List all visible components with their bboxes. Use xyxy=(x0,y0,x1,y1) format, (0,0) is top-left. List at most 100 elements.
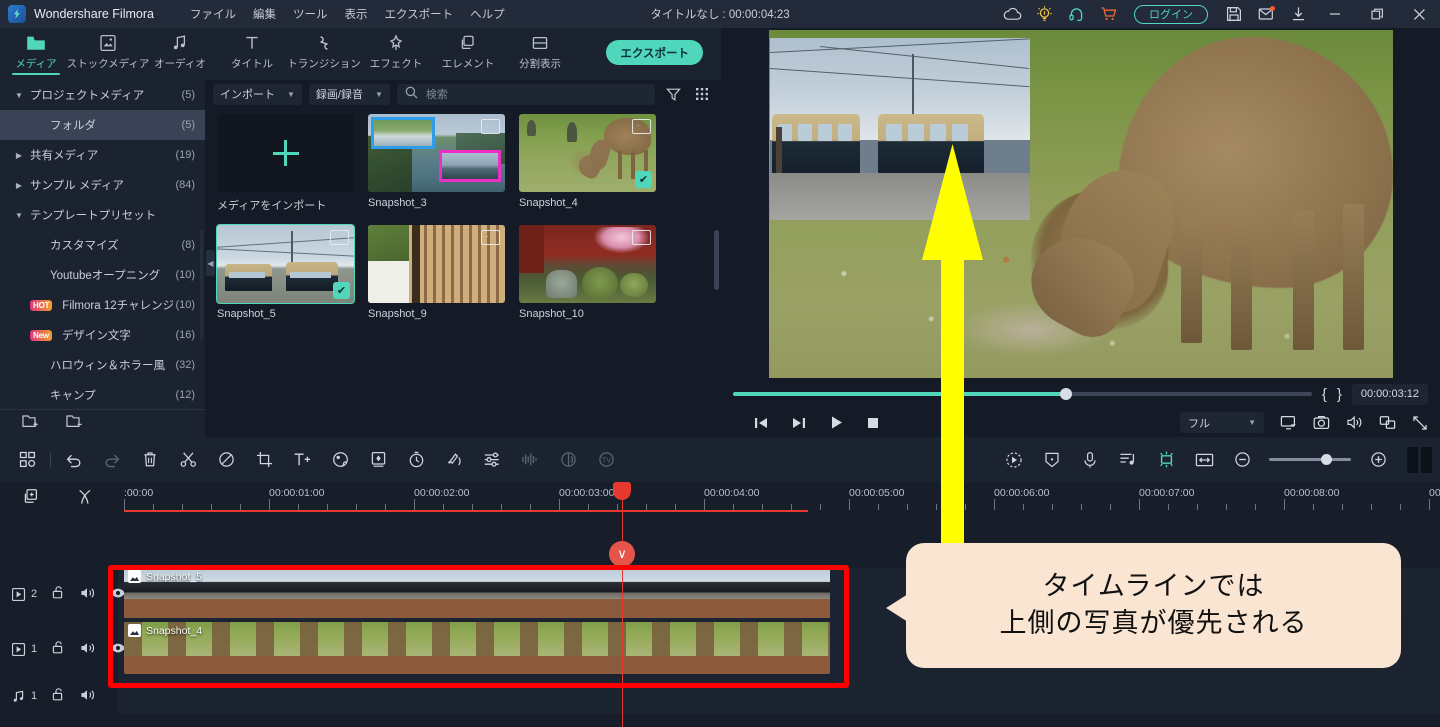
media-item-snapshot-9[interactable]: Snapshot_9 xyxy=(368,225,505,320)
media-thumbnail[interactable] xyxy=(519,225,656,303)
next-frame-icon[interactable] xyxy=(791,415,807,430)
adjust-icon[interactable] xyxy=(473,437,511,482)
chevron-down-icon[interactable]: ▼ xyxy=(14,211,24,220)
snapshot-icon[interactable] xyxy=(1313,415,1330,430)
track-v2-mute-icon[interactable] xyxy=(80,586,96,603)
menu-help[interactable]: ヘルプ xyxy=(470,6,505,22)
track-v1-lock-icon[interactable] xyxy=(51,640,66,658)
zoom-out-icon[interactable] xyxy=(1223,437,1261,482)
sidebar-item-halloween-horror[interactable]: ハロウィン＆ホラー風 (32) xyxy=(0,350,205,380)
mask-icon[interactable] xyxy=(435,437,473,482)
timeline-ruler-scale[interactable]: :00:00 00:00:01:00 00:00:02:00 00:00:03:00 0… xyxy=(118,482,1440,516)
auto-highlight-icon[interactable] xyxy=(1147,437,1185,482)
render-preview-indicator[interactable] xyxy=(1407,446,1432,473)
auto-reframe-icon[interactable]: TV xyxy=(587,437,625,482)
tab-stock-media[interactable]: ストックメディア xyxy=(67,28,149,80)
audio-mix-icon[interactable] xyxy=(549,437,587,482)
audio-waveform-icon[interactable] xyxy=(511,437,549,482)
unlink-icon[interactable] xyxy=(76,488,94,511)
tab-split-screen[interactable]: 分割表示 xyxy=(504,28,576,80)
media-item-snapshot-3[interactable]: Snapshot_3 xyxy=(368,114,505,213)
beat-detect-icon[interactable] xyxy=(1109,437,1147,482)
display-mode-icon[interactable] xyxy=(1280,415,1297,431)
redo-icon[interactable] xyxy=(93,437,131,482)
sidebar-item-shared-media[interactable]: ▶ 共有メディア (19) xyxy=(0,140,205,170)
sidebar-item-youtube-opening[interactable]: Youtubeオープニング (10) xyxy=(0,260,205,290)
media-item-snapshot-10[interactable]: Snapshot_10 xyxy=(519,225,656,320)
grid-icon[interactable] xyxy=(8,437,46,482)
cart-icon[interactable] xyxy=(1092,0,1124,28)
fullscreen-icon[interactable] xyxy=(1412,415,1428,431)
timeline-ruler[interactable]: :00:00 00:00:01:00 00:00:02:00 00:00:03:00 0… xyxy=(0,482,1440,516)
timeline-clip-snapshot-4[interactable]: Snapshot_4 xyxy=(124,622,830,674)
stop-icon[interactable] xyxy=(866,415,880,430)
tab-title[interactable]: タイトル xyxy=(216,28,288,80)
menu-tools[interactable]: ツール xyxy=(293,6,328,22)
sidebar-item-folder[interactable]: フォルダ (5) xyxy=(0,110,205,140)
search-input[interactable]: 検索 xyxy=(396,83,655,105)
cloud-icon[interactable] xyxy=(996,0,1028,28)
tab-elements[interactable]: エレメント xyxy=(432,28,504,80)
sidebar-item-design-text[interactable]: New デザイン文字 (16) xyxy=(0,320,205,350)
split-scissors-icon[interactable] xyxy=(169,437,207,482)
sidebar-item-template-preset[interactable]: ▼ テンプレートプリセット xyxy=(0,200,205,230)
prev-frame-icon[interactable] xyxy=(753,415,769,430)
save-icon[interactable] xyxy=(1218,0,1250,28)
window-restore-button[interactable] xyxy=(1356,0,1398,28)
menu-file[interactable]: ファイル xyxy=(190,6,236,22)
chevron-right-icon[interactable]: ▶ xyxy=(14,181,24,190)
media-thumbnail[interactable]: ✔ xyxy=(216,224,355,304)
color-icon[interactable] xyxy=(321,437,359,482)
play-icon[interactable] xyxy=(829,415,844,430)
preview-progress-slider[interactable] xyxy=(733,388,1312,400)
remove-folder-icon[interactable] xyxy=(66,413,84,434)
chevron-down-icon[interactable]: ▼ xyxy=(14,91,24,100)
keyframe-panel-icon[interactable] xyxy=(359,437,397,482)
preview-quality-dropdown[interactable]: フル ▼ xyxy=(1180,412,1264,433)
sidebar-item-camp[interactable]: キャンプ (12) xyxy=(0,380,205,409)
login-button[interactable]: ログイン xyxy=(1134,4,1208,24)
timeline-zoom-knob[interactable] xyxy=(1320,454,1332,465)
media-scrollbar[interactable] xyxy=(714,230,719,290)
menu-export[interactable]: エクスポート xyxy=(384,6,453,22)
media-thumbnail[interactable] xyxy=(368,114,505,192)
marker-icon[interactable] xyxy=(207,437,245,482)
preview-video[interactable] xyxy=(769,30,1393,378)
media-thumbnail[interactable] xyxy=(368,225,505,303)
track-a1-mute-icon[interactable] xyxy=(80,688,96,705)
timeline-clip-snapshot-5[interactable]: Snapshot_5 xyxy=(124,568,830,618)
undo-icon[interactable] xyxy=(55,437,93,482)
mark-in-button[interactable]: { xyxy=(1322,386,1327,403)
pip-icon[interactable] xyxy=(1379,415,1396,430)
timeline-zoom-slider[interactable] xyxy=(1269,454,1351,465)
tab-effects[interactable]: エフェクト xyxy=(360,28,432,80)
media-item-snapshot-4[interactable]: ✔ Snapshot_4 xyxy=(519,114,656,213)
track-a1-lock-icon[interactable] xyxy=(51,687,66,705)
timeline-split-marker[interactable]: ∨ xyxy=(609,541,635,567)
lightbulb-icon[interactable] xyxy=(1028,0,1060,28)
grid-view-icon[interactable] xyxy=(691,84,713,105)
preview-timecode[interactable]: 00:00:03:12 xyxy=(1351,383,1428,405)
import-media-tile[interactable]: メディアをインポート xyxy=(217,114,354,213)
chevron-right-icon[interactable]: ▶ xyxy=(14,151,24,160)
tab-media[interactable]: メディア xyxy=(0,28,72,80)
timeline-lane-a1[interactable] xyxy=(118,678,1440,714)
crop-icon[interactable] xyxy=(245,437,283,482)
menu-edit[interactable]: 編集 xyxy=(253,6,276,22)
download-icon[interactable] xyxy=(1282,0,1314,28)
sidebar-scrollbar[interactable] xyxy=(200,230,203,340)
panel-collapse-handle[interactable]: ◀ xyxy=(206,250,215,276)
fit-timeline-icon[interactable] xyxy=(1185,437,1223,482)
new-folder-icon[interactable] xyxy=(22,413,40,434)
menu-view[interactable]: 表示 xyxy=(344,6,367,22)
sidebar-item-customize[interactable]: カスタマイズ (8) xyxy=(0,230,205,260)
export-button[interactable]: エクスポート xyxy=(606,40,703,65)
sidebar-item-sample-media[interactable]: ▶ サンプル メディア (84) xyxy=(0,170,205,200)
marker-add-icon[interactable] xyxy=(22,488,40,511)
mail-icon[interactable] xyxy=(1250,0,1282,28)
sidebar-item-filmora12-challenge[interactable]: HOT Filmora 12チャレンジ (10) xyxy=(0,290,205,320)
preview-progress-knob[interactable] xyxy=(1059,388,1072,400)
headset-icon[interactable] xyxy=(1060,0,1092,28)
tab-audio[interactable]: オーディオ xyxy=(144,28,216,80)
motion-tracking-icon[interactable] xyxy=(995,437,1033,482)
